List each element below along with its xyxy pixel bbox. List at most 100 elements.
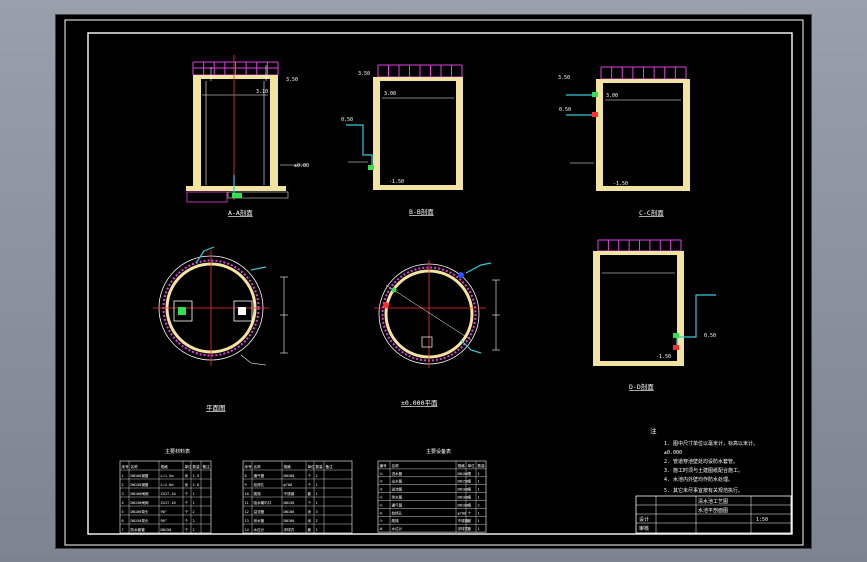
table-cell: 5 — [122, 510, 124, 514]
table-cell: 3 — [316, 510, 318, 514]
handrail-c — [600, 66, 687, 80]
elev-b-water: 3.00 — [384, 91, 396, 97]
label-a-a: A-A剖面 — [228, 208, 253, 217]
title-block: 清水池工艺图 水池平剖面图 设计 审核 1:50 — [635, 495, 792, 534]
table-cell: 爬梯 — [254, 491, 262, 496]
table-right-title: 主要设备表 — [426, 448, 451, 455]
elev-c-pipe: 0.50 — [559, 107, 571, 113]
table-cell: 溢流管 — [254, 509, 265, 514]
slab-b-bottom — [373, 185, 463, 190]
table-cell: 根 — [468, 502, 472, 507]
table-header-cell: 备注 — [326, 464, 334, 469]
table-cell: 2 — [478, 503, 480, 507]
table-cell: DN100弯头 — [131, 509, 149, 514]
table-cell: 1 — [478, 496, 480, 500]
table-cell: 4 — [122, 501, 124, 505]
table-cell: 2 — [193, 510, 195, 514]
table-header-cell: 名称 — [131, 464, 139, 469]
table-cell: ⑦ — [380, 519, 384, 523]
table-cell: DN150钢管 — [131, 482, 149, 487]
title-row4: 审核 — [639, 525, 649, 532]
table-cell: 个 — [185, 527, 189, 532]
table-header-cell: 规格 — [284, 464, 292, 469]
table-cell: DN150 — [284, 501, 295, 505]
table-cell: 1 — [478, 527, 480, 531]
table-cell: 个 — [308, 482, 312, 487]
table-cell: 个 — [308, 500, 312, 505]
table-cell: 2 — [193, 528, 195, 532]
table-cell: 个 — [185, 500, 189, 505]
table-cell: 90° — [161, 519, 168, 523]
plan2-pipe — [465, 262, 492, 274]
table-cell: DN100 — [284, 519, 295, 523]
elev-d-pipe: 0.50 — [704, 333, 716, 339]
table-cell: DN150弯头 — [131, 518, 149, 523]
table-header-cell: 序号 — [122, 464, 130, 469]
table-cell: L=1.5m — [161, 474, 174, 478]
table-cell: ⑥ — [380, 511, 384, 515]
table-cell: DN100闸阀 — [131, 491, 149, 496]
table-cell: 个 — [185, 509, 189, 514]
plan-view-1: 平面图 — [153, 246, 288, 412]
wall-b-right — [456, 78, 463, 190]
table-cell: 米 — [185, 482, 189, 487]
handrail-b — [377, 64, 463, 78]
table-cell: φ700 — [284, 483, 293, 487]
table-cell: 1 — [316, 483, 318, 487]
title-drawing: 水池平剖面图 — [698, 507, 728, 514]
title-project: 清水池工艺图 — [698, 498, 728, 505]
table-cell: DN150 — [161, 528, 172, 532]
plan2-box — [421, 336, 433, 348]
table-cell: 9 — [245, 483, 247, 487]
wall-a-right — [270, 77, 278, 189]
label-plan1: 平面图 — [206, 404, 226, 412]
title-scale: 1:50 — [756, 517, 768, 523]
table-cell: 根 — [468, 495, 472, 500]
table-cell: Z41T-10 — [161, 492, 176, 496]
table-cell: 爬梯 — [392, 518, 400, 523]
slab-a-top — [193, 75, 278, 79]
note-line-3: 2. 管道穿池壁处均设防水套管。 — [664, 458, 738, 465]
table-cell: 出水管 — [392, 479, 403, 484]
table-cell: 1 — [316, 492, 318, 496]
table-cell: 1 — [316, 501, 318, 505]
table-cell: 不锈钢 — [284, 491, 295, 496]
drawing-sheet: 3.50 3.10 ±0.00 A-A剖面 3.50 3.00 0.50 -1.… — [55, 14, 812, 549]
table-header-cell: 规格 — [458, 463, 466, 468]
cad-viewport[interactable]: 3.50 3.10 ±0.00 A-A剖面 3.50 3.00 0.50 -1.… — [0, 0, 867, 562]
note-line-4: 3. 施工时须与土建图纸配合施工。 — [664, 467, 743, 474]
table-header-cell: 数量 — [193, 464, 201, 469]
table-cell: ⑧ — [380, 527, 384, 531]
table-cell: 浮球式 — [284, 527, 295, 532]
table-cell: 1 — [193, 501, 195, 505]
table-cell: 12 — [245, 510, 249, 514]
table-header-cell: 名称 — [392, 463, 400, 468]
table-cell: ④ — [380, 496, 384, 500]
table-cell: 1 — [478, 488, 480, 492]
table-cell: 个 — [468, 510, 472, 515]
drawing-canvas: 3.50 3.10 ±0.00 A-A剖面 3.50 3.00 0.50 -1.… — [64, 19, 804, 546]
table-cell: 检修孔 — [392, 510, 403, 515]
handrail-d — [597, 239, 682, 252]
handrail-a — [192, 61, 279, 76]
table-cell: 6 — [122, 519, 124, 523]
elev-c-top: 3.50 — [558, 75, 570, 81]
table-cell: 通气管 — [392, 502, 403, 507]
elev-c-bottom: -1.50 — [613, 181, 628, 187]
section-d-d: 0.50 -1.50 D-D剖面 — [593, 239, 716, 391]
note-line-1: 1. 图中尺寸单位以毫米计，标高以米计。 — [664, 440, 758, 447]
table-cell: 吸水喇叭口 — [254, 500, 272, 505]
label-b-b: B-B剖面 — [409, 207, 434, 216]
table-cell: 米 — [308, 509, 312, 514]
table-cell: 通气管 — [254, 473, 265, 478]
notes-title: 注 — [650, 426, 657, 435]
table-cell: 防水套管 — [131, 527, 146, 532]
table-cell: 米 — [308, 518, 312, 523]
table-cell: 1 — [316, 528, 318, 532]
slab-c-top — [596, 79, 690, 83]
table-header-cell: 单位 — [468, 463, 476, 468]
table-cell: 个 — [308, 473, 312, 478]
label-c-c: C-C剖面 — [639, 208, 664, 217]
material-table-mid: 序号891011121314名称通气管检修孔爬梯吸水喇叭口溢流管泄水管水位计规格… — [242, 460, 353, 534]
table-cell: ② — [380, 480, 384, 484]
